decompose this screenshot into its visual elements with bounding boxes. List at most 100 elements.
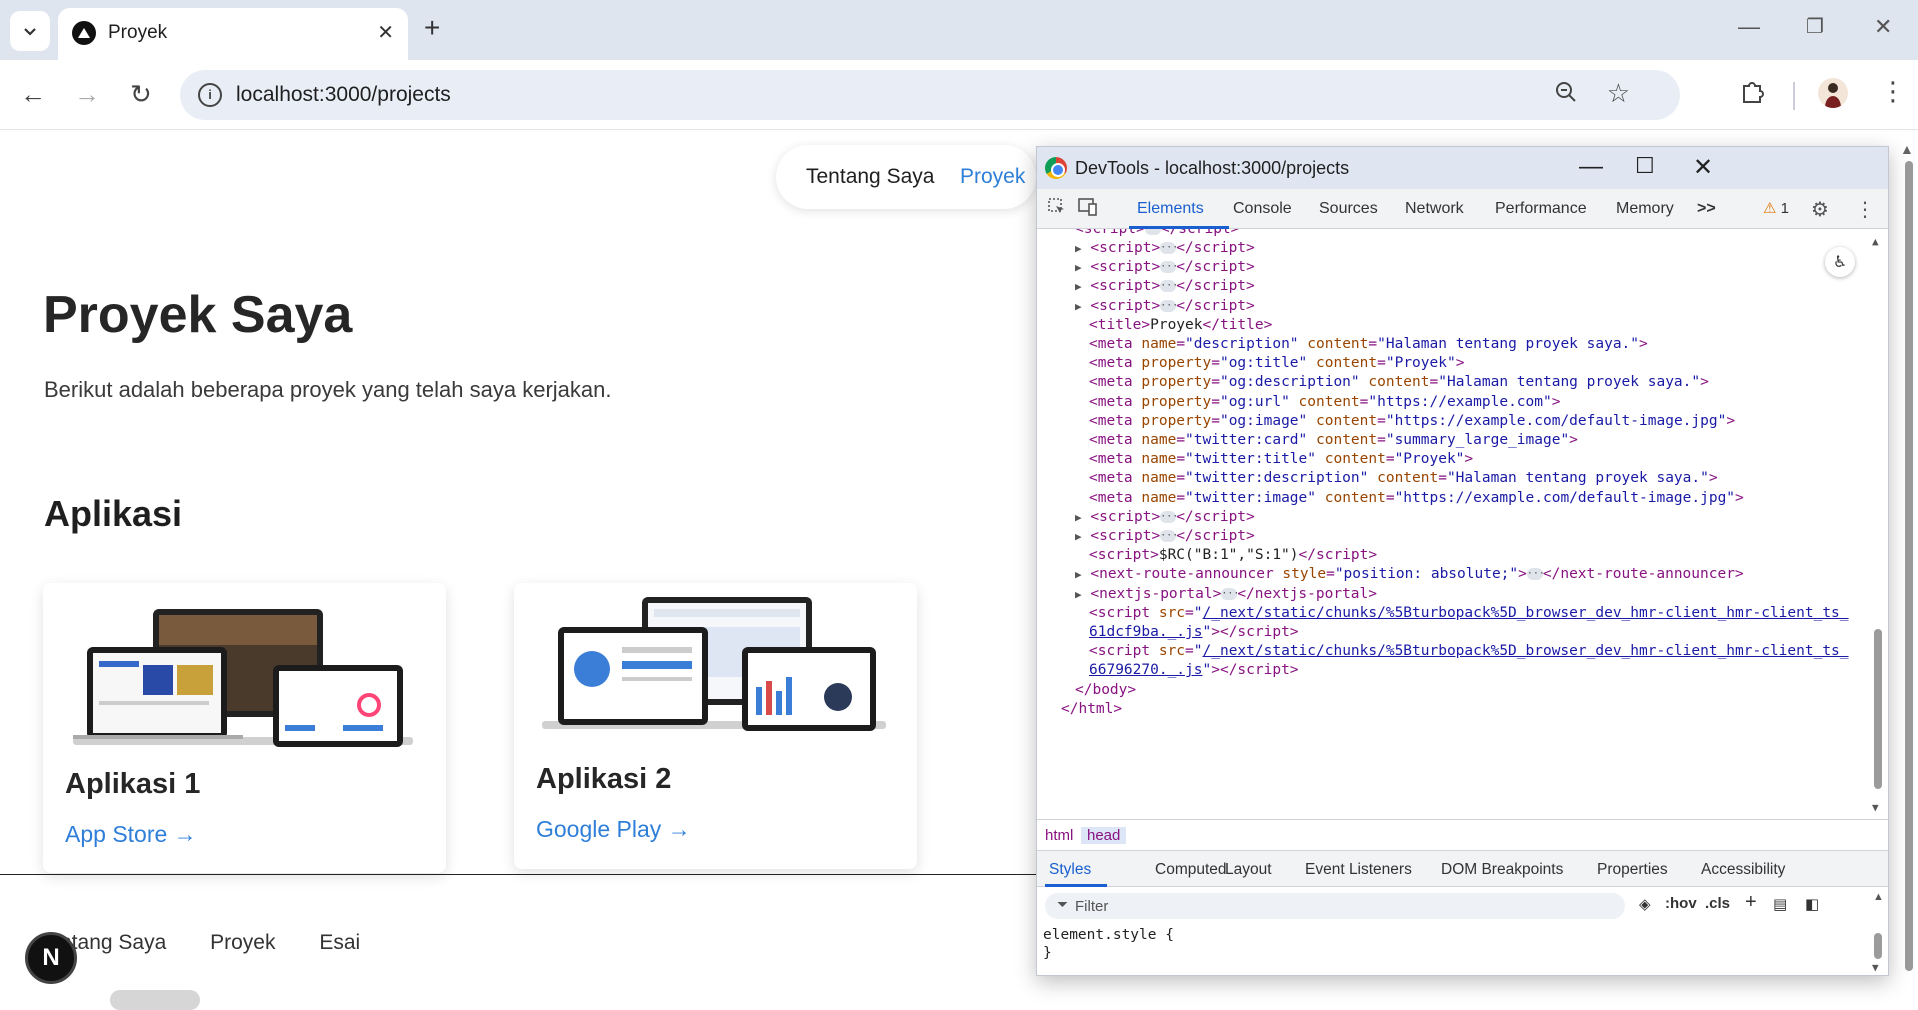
tab-network[interactable]: Network: [1405, 200, 1464, 218]
tab-proyek[interactable]: Proyek ✕: [58, 8, 408, 60]
dom-node-meta[interactable]: <meta name="twitter:card" content="summa…: [1089, 432, 1578, 448]
tab-accessibility[interactable]: Accessibility: [1701, 861, 1785, 879]
dom-node-meta[interactable]: <meta name="twitter:image" content="http…: [1089, 490, 1744, 506]
tab-strip: Proyek ✕ + — ❐ ✕: [0, 0, 1918, 60]
dom-node-script-src-cont[interactable]: 61dcf9ba._.js"></script>: [1089, 624, 1299, 640]
nav-link-projects[interactable]: Proyek: [960, 165, 1025, 189]
reload-icon[interactable]: ↻: [130, 79, 152, 109]
browser-toolbar: ← → ↻ i localhost:3000/projects ☆ ⋮: [0, 60, 1918, 130]
restore-icon[interactable]: ❐: [1806, 14, 1824, 39]
breadcrumb-head[interactable]: head: [1081, 827, 1127, 844]
dom-node-script[interactable]: ▶ <script>···</script>: [1075, 240, 1255, 256]
dom-node-meta[interactable]: <meta name="description" content="Halama…: [1089, 336, 1648, 352]
inspect-element-icon[interactable]: [1047, 197, 1067, 223]
tab-properties[interactable]: Properties: [1597, 861, 1668, 879]
tab-list-button[interactable]: [10, 11, 50, 51]
dom-node-script[interactable]: ▶ <script>···</script>: [1075, 528, 1255, 544]
styles-scrollbar[interactable]: [1874, 933, 1882, 959]
dom-node-meta[interactable]: <meta property="og:title" content="Proye…: [1089, 355, 1464, 371]
close-icon[interactable]: ✕: [377, 20, 394, 45]
accessibility-tree-icon[interactable]: ♿: [1825, 247, 1855, 277]
scroll-up-icon[interactable]: ▲: [1873, 891, 1884, 903]
maximize-icon[interactable]: ☐: [1635, 153, 1655, 179]
tab-computed[interactable]: Computed: [1155, 861, 1227, 879]
nav-link-about[interactable]: Tentang Saya: [806, 165, 934, 189]
tab-memory[interactable]: Memory: [1616, 200, 1674, 218]
styles-pane: element.style { } ▼: [1037, 923, 1888, 975]
star-icon[interactable]: ☆: [1607, 78, 1630, 109]
cls-toggle[interactable]: .cls: [1705, 895, 1730, 912]
scroll-up-icon[interactable]: ▲: [1872, 235, 1879, 248]
kebab-menu-icon[interactable]: ⋮: [1855, 197, 1875, 222]
dom-node-next-route-announcer[interactable]: ▶ <next-route-announcer style="position:…: [1075, 566, 1744, 582]
scroll-down-icon[interactable]: ▼: [1872, 801, 1879, 814]
styles-subtabs: Styles Computed Layout Event Listeners D…: [1037, 851, 1888, 887]
minimize-icon[interactable]: —: [1579, 153, 1603, 181]
zoom-icon[interactable]: [1554, 80, 1578, 111]
card-link-app-store[interactable]: App Store →: [65, 821, 197, 848]
tab-performance[interactable]: Performance: [1495, 200, 1587, 218]
dom-node-meta[interactable]: <meta property="og:url" content="https:/…: [1089, 394, 1560, 410]
dom-node-meta[interactable]: <meta name="twitter:description" content…: [1089, 470, 1718, 486]
warning-counter[interactable]: ⚠ 1: [1763, 199, 1789, 217]
dom-node-nextjs-portal[interactable]: ▶ <nextjs-portal>···</nextjs-portal>: [1075, 586, 1377, 602]
toggle-sidebar-icon[interactable]: ◧: [1805, 895, 1819, 913]
dom-node-script[interactable]: ▶ <script>···</script>: [1075, 509, 1255, 525]
url-text[interactable]: localhost:3000/projects: [236, 83, 451, 107]
kebab-menu-icon[interactable]: ⋮: [1880, 76, 1906, 107]
puzzle-icon[interactable]: [1740, 78, 1766, 111]
project-card-2: Aplikasi 2 Google Play →: [514, 583, 917, 869]
tab-elements[interactable]: Elements: [1137, 200, 1204, 218]
styles-filter-input[interactable]: ⏷ Filter: [1045, 893, 1625, 919]
dom-node-script[interactable]: ▶ <script>···</script>: [1075, 259, 1255, 275]
element-style-rule[interactable]: element.style {: [1043, 927, 1174, 943]
warning-count: 1: [1780, 200, 1789, 217]
tab-layout[interactable]: Layout: [1225, 861, 1272, 879]
gear-icon[interactable]: ⚙: [1811, 197, 1829, 222]
dom-node-meta[interactable]: <meta name="twitter:title" content="Proy…: [1089, 451, 1473, 467]
hov-toggle[interactable]: :hov: [1665, 895, 1697, 912]
dom-scrollbar[interactable]: [1874, 629, 1882, 789]
nextjs-dev-indicator[interactable]: N: [25, 932, 77, 984]
dom-node-script-src[interactable]: <script src="/_next/static/chunks/%5Btur…: [1089, 643, 1849, 659]
chevron-down-icon: [24, 28, 36, 36]
tab-styles[interactable]: Styles: [1049, 861, 1091, 879]
forward-icon[interactable]: →: [74, 79, 100, 109]
close-icon[interactable]: ✕: [1693, 153, 1713, 182]
new-tab-button[interactable]: +: [424, 14, 440, 42]
tab-console[interactable]: Console: [1233, 200, 1292, 218]
card-link-google-play[interactable]: Google Play →: [536, 816, 691, 843]
devtools-titlebar: DevTools - localhost:3000/projects — ☐ ✕: [1037, 147, 1888, 189]
page-scroll-up-icon[interactable]: ▲: [1900, 141, 1914, 157]
dom-close-body[interactable]: </body>: [1075, 682, 1136, 698]
dom-node-script-src-cont[interactable]: 66796270._.js"></script>: [1089, 662, 1299, 678]
tab-sources[interactable]: Sources: [1319, 200, 1378, 218]
paint-icon[interactable]: ▤: [1773, 895, 1787, 913]
dom-node-script[interactable]: ▶ <script>···</script>: [1075, 298, 1255, 314]
section-heading: Aplikasi: [44, 493, 183, 534]
dom-node-meta[interactable]: <meta property="og:description" content=…: [1089, 374, 1709, 390]
layers-icon[interactable]: ◈: [1639, 895, 1651, 913]
scroll-down-icon[interactable]: ▼: [1872, 961, 1879, 974]
back-icon[interactable]: ←: [20, 79, 46, 109]
close-window-icon[interactable]: ✕: [1874, 14, 1892, 40]
breadcrumb-html[interactable]: html: [1039, 827, 1079, 844]
avatar[interactable]: [1818, 78, 1848, 108]
tab-event-listeners[interactable]: Event Listeners: [1305, 861, 1412, 879]
dom-node-title[interactable]: <title>Proyek</title>: [1089, 317, 1272, 333]
minimize-icon[interactable]: —: [1738, 14, 1760, 40]
info-icon[interactable]: i: [198, 83, 222, 107]
dom-node-script-src[interactable]: <script src="/_next/static/chunks/%5Btur…: [1089, 605, 1849, 621]
address-bar[interactable]: i localhost:3000/projects ☆: [180, 70, 1680, 120]
dom-node-script[interactable]: ▶ <script>···</script>: [1075, 278, 1255, 294]
dom-close-html[interactable]: </html>: [1061, 701, 1122, 717]
more-tabs-button[interactable]: >>: [1697, 200, 1716, 218]
tab-dom-breakpoints[interactable]: DOM Breakpoints: [1441, 861, 1563, 879]
new-rule-icon[interactable]: +: [1745, 891, 1757, 914]
footer-link-essays[interactable]: Esai: [319, 931, 360, 954]
footer-link-projects[interactable]: Proyek: [210, 931, 275, 954]
page-scrollbar[interactable]: [1905, 161, 1913, 971]
dom-node-meta[interactable]: <meta property="og:image" content="https…: [1089, 413, 1735, 429]
dom-node-script[interactable]: <script>$RC("B:1","S:1")</script>: [1089, 547, 1377, 563]
device-toolbar-icon[interactable]: [1077, 197, 1099, 223]
